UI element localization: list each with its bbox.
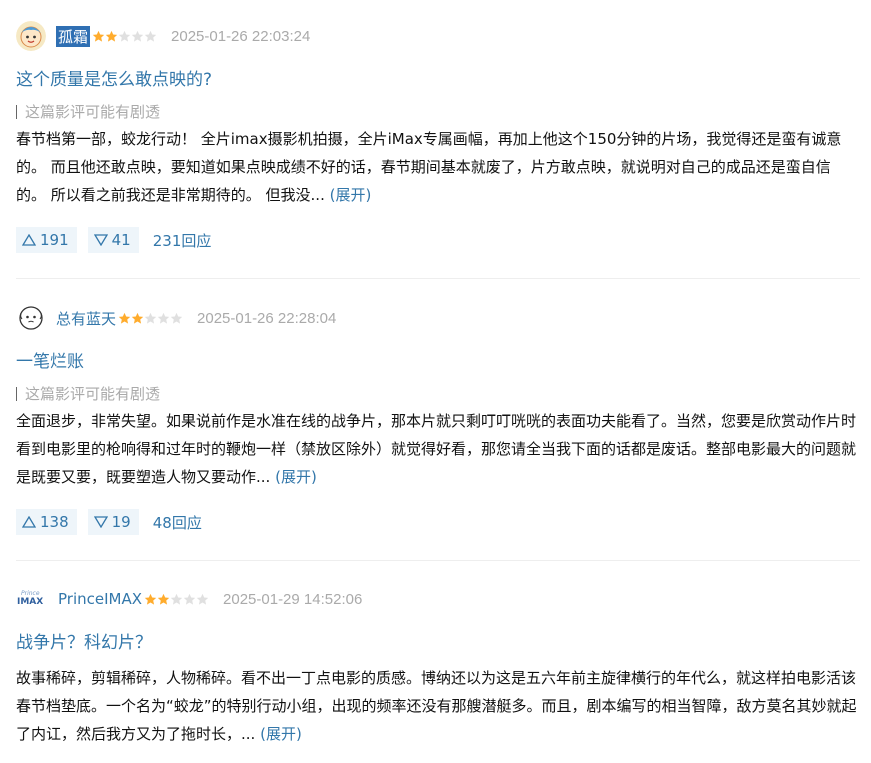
author-link[interactable]: 孤霜	[56, 25, 91, 47]
downvote-count: 41	[111, 231, 131, 249]
upvote-button[interactable]: 138	[16, 509, 77, 535]
review-excerpt: 全面退步，非常失望。如果说前作是水准在线的战争片，那本片就只剩叮叮咣咣的表面功夫…	[16, 412, 857, 486]
review-header: Prince IMAX PrinceIMAX 2025-01-29 14:52:…	[16, 584, 362, 614]
review-header: 总有蓝天 2025-01-26 22:28:04	[16, 303, 336, 333]
review-time: 2025-01-26 22:28:04	[197, 309, 337, 327]
star-filled-icon	[131, 312, 144, 324]
divider	[16, 560, 860, 561]
author-link[interactable]: PrinceIMAX	[58, 590, 142, 608]
star-empty-icon	[157, 312, 170, 324]
upvote-count: 191	[40, 231, 69, 249]
rating-stars	[144, 593, 209, 606]
star-filled-icon	[105, 30, 118, 42]
star-empty-icon	[144, 30, 157, 42]
downvote-count: 19	[111, 513, 131, 531]
review-body: 全面退步，非常失望。如果说前作是水准在线的战争片，那本片就只剩叮叮咣咣的表面功夫…	[16, 407, 858, 491]
upvote-count: 138	[40, 513, 69, 531]
thumb-up-icon	[22, 516, 36, 528]
spoiler-warning: 这篇影评可能有剧透	[16, 105, 160, 120]
review-title[interactable]: 战争片？科幻片？	[16, 628, 152, 653]
star-filled-icon	[157, 593, 170, 605]
expand-link[interactable]: (展开)	[330, 186, 372, 204]
star-empty-icon	[170, 593, 183, 605]
thumb-up-icon	[22, 234, 36, 246]
review-item: Prince IMAX PrinceIMAX 2025-01-29 14:52:…	[16, 584, 860, 754]
star-empty-icon	[131, 30, 144, 42]
thumb-down-icon	[93, 516, 108, 528]
review-title[interactable]: 这个质量是怎么敢点映的?	[16, 65, 212, 90]
review-header: 孤霜 2025-01-26 22:03:24	[16, 21, 310, 51]
divider	[16, 278, 860, 279]
reply-link[interactable]: 231回应	[153, 230, 212, 251]
avatar[interactable]: Prince IMAX	[16, 584, 48, 614]
review-excerpt: 故事稀碎，剪辑稀碎，人物稀碎。看不出一丁点电影的质感。博纳还以为这是五六年前主旋…	[16, 669, 857, 743]
rating-stars	[92, 30, 157, 43]
star-empty-icon	[118, 30, 131, 42]
author-link[interactable]: 总有蓝天	[56, 308, 116, 329]
star-filled-icon	[92, 30, 105, 42]
expand-link[interactable]: (展开)	[275, 468, 317, 486]
star-filled-icon	[118, 312, 131, 324]
review-title[interactable]: 一笔烂账	[16, 347, 84, 372]
review-body: 故事稀碎，剪辑稀碎，人物稀碎。看不出一丁点电影的质感。博纳还以为这是五六年前主旋…	[16, 664, 858, 748]
svg-text:Prince: Prince	[21, 590, 40, 597]
review-item: 总有蓝天 2025-01-26 22:28:04 一笔烂账 这篇影评可能有剧透 …	[16, 303, 860, 543]
spoiler-warning: 这篇影评可能有剧透	[16, 387, 160, 402]
avatar[interactable]	[16, 21, 46, 51]
review-time: 2025-01-26 22:03:24	[171, 27, 311, 45]
upvote-button[interactable]: 191	[16, 227, 77, 253]
review-item: 孤霜 2025-01-26 22:03:24 这个质量是怎么敢点映的? 这篇影评…	[16, 21, 860, 261]
review-actions: 138 19 48回应	[16, 509, 202, 535]
review-time: 2025-01-29 14:52:06	[223, 590, 363, 608]
star-empty-icon	[144, 312, 157, 324]
star-filled-icon	[144, 593, 157, 605]
star-empty-icon	[196, 593, 209, 605]
avatar[interactable]	[16, 303, 46, 333]
expand-link[interactable]: (展开)	[260, 725, 302, 743]
downvote-button[interactable]: 19	[87, 509, 139, 535]
rating-stars	[118, 312, 183, 325]
star-empty-icon	[170, 312, 183, 324]
thumb-down-icon	[93, 234, 108, 246]
review-body: 春节档第一部，蛟龙行动！ 全片imax摄影机拍摄，全片iMax专属画幅，再加上他…	[16, 125, 858, 209]
reply-link[interactable]: 48回应	[153, 512, 202, 533]
avatar-logo-text: IMAX	[17, 597, 43, 607]
review-actions: 191 41 231回应	[16, 227, 211, 253]
review-excerpt: 春节档第一部，蛟龙行动！ 全片imax摄影机拍摄，全片iMax专属画幅，再加上他…	[16, 130, 842, 204]
downvote-button[interactable]: 41	[87, 227, 139, 253]
star-empty-icon	[183, 593, 196, 605]
